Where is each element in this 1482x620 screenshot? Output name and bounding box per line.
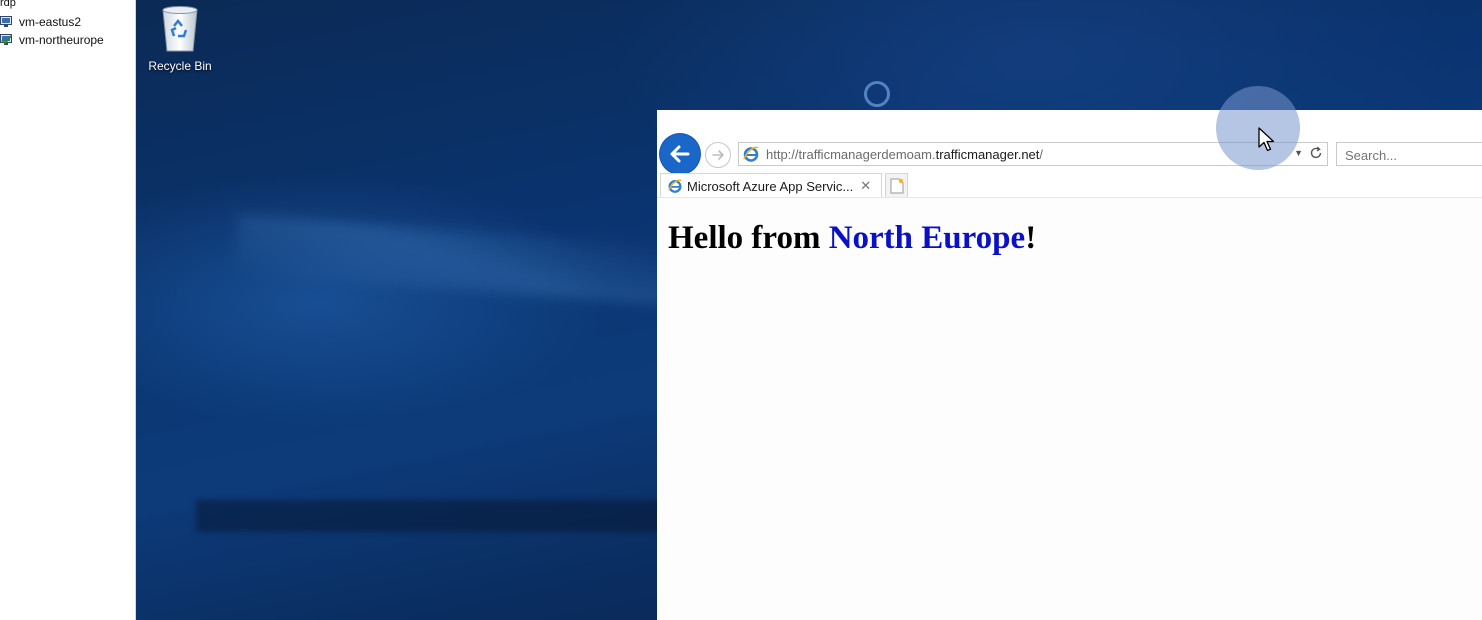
url-prefix: http://trafficmanagerdemoam. bbox=[766, 146, 936, 162]
forward-button[interactable] bbox=[705, 142, 731, 168]
ie-favicon-icon bbox=[668, 179, 682, 193]
mouse-pointer-icon bbox=[1258, 127, 1275, 152]
desktop-icon-recycle-bin[interactable]: Recycle Bin bbox=[142, 4, 218, 73]
heading-suffix: ! bbox=[1025, 220, 1037, 256]
back-button[interactable] bbox=[660, 134, 700, 174]
address-controls: ▼ bbox=[1294, 146, 1323, 160]
recycle-bin-label: Recycle Bin bbox=[148, 59, 212, 73]
new-tab-button[interactable] bbox=[885, 173, 908, 198]
url-host: trafficmanager.net bbox=[935, 146, 1040, 162]
page-content: Hello from North Europe! bbox=[657, 198, 1482, 620]
computer-icon bbox=[0, 16, 12, 28]
heading-region: North Europe bbox=[828, 220, 1026, 256]
rdp-item-vm-northeurope[interactable]: vm-northeurope bbox=[0, 32, 104, 48]
ie-favicon-icon bbox=[743, 146, 759, 162]
rdp-connection-panel: rdp vm-eastus2 vm-northeurope bbox=[0, 0, 136, 620]
close-icon[interactable]: ✕ bbox=[860, 178, 871, 194]
url-suffix: / bbox=[1039, 146, 1044, 162]
connected-computer-icon bbox=[0, 34, 12, 46]
arrow-left-icon bbox=[670, 145, 690, 163]
page-heading: Hello from North Europe! bbox=[668, 220, 1036, 257]
url-text: http://trafficmanagerdemoam.trafficmanag… bbox=[766, 147, 1043, 162]
tab-title: Microsoft Azure App Servic... bbox=[687, 178, 854, 194]
heading-prefix: Hello from bbox=[668, 220, 829, 256]
new-tab-icon bbox=[890, 178, 903, 194]
browser-toolbar: http://trafficmanagerdemoam.trafficmanag… bbox=[657, 110, 1482, 198]
rdp-item-label: vm-northeurope bbox=[19, 33, 104, 47]
arrow-right-icon bbox=[712, 150, 724, 160]
wallpaper-dark-band bbox=[196, 500, 666, 532]
refresh-icon[interactable] bbox=[1309, 146, 1323, 160]
chevron-down-icon[interactable]: ▼ bbox=[1294, 148, 1303, 158]
search-input[interactable] bbox=[1336, 142, 1482, 166]
tab-azure-app-service[interactable]: Microsoft Azure App Servic... ✕ bbox=[660, 173, 882, 198]
rdp-item-vm-eastus2[interactable]: vm-eastus2 bbox=[0, 14, 81, 30]
rdp-root-label[interactable]: rdp bbox=[0, 0, 16, 9]
wallpaper-light-beam bbox=[234, 214, 678, 306]
loading-spinner-icon bbox=[864, 81, 890, 107]
recycle-bin-icon bbox=[162, 6, 198, 52]
browser-window[interactable]: http://trafficmanagerdemoam.trafficmanag… bbox=[657, 110, 1482, 620]
rdp-item-label: vm-eastus2 bbox=[19, 15, 82, 29]
